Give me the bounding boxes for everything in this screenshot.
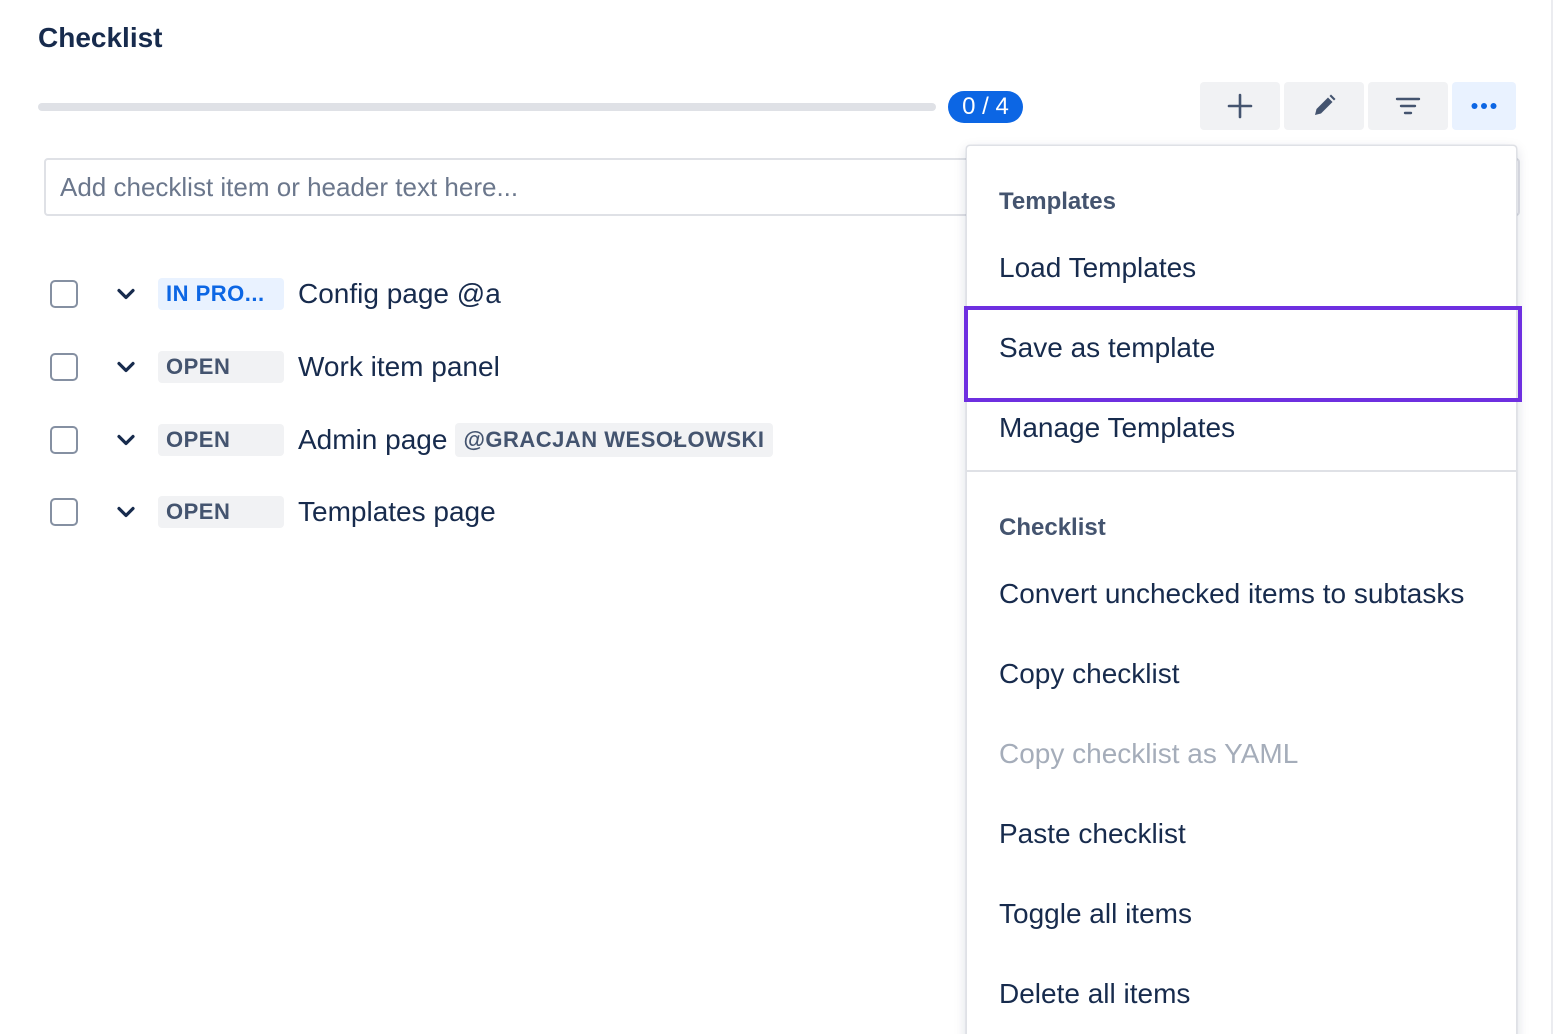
item-text[interactable]: Work item panel [298, 351, 500, 383]
add-item-button[interactable] [1200, 82, 1280, 130]
chevron-down-icon[interactable] [114, 355, 138, 379]
filter-button[interactable] [1368, 82, 1448, 130]
item-checkbox[interactable] [50, 498, 78, 526]
panel-divider [1551, 0, 1553, 1034]
checklist-panel: Checklist 0 / 4 IN PRO... Confi [0, 0, 1555, 1034]
menu-divider [967, 470, 1516, 472]
item-checkbox[interactable] [50, 280, 78, 308]
menu-item-manage-templates[interactable]: Manage Templates [999, 412, 1235, 444]
status-badge[interactable]: IN PRO... [158, 278, 284, 310]
filter-icon [1395, 97, 1421, 115]
checklist-item: OPEN Admin page @GRACJAN WESOŁOWSKI [50, 420, 773, 460]
menu-section-templates: Templates [999, 188, 1116, 215]
progress-bar [38, 103, 936, 111]
item-text[interactable]: Admin page [298, 424, 447, 456]
chevron-down-icon[interactable] [114, 500, 138, 524]
item-text[interactable]: Templates page [298, 496, 496, 528]
menu-item-paste-checklist[interactable]: Paste checklist [999, 818, 1186, 850]
item-checkbox[interactable] [50, 426, 78, 454]
status-badge[interactable]: OPEN [158, 351, 284, 383]
more-actions-menu: Templates Load Templates Save as templat… [966, 145, 1517, 1034]
menu-section-checklist: Checklist [999, 514, 1106, 541]
checklist-item: OPEN Templates page [50, 492, 496, 532]
checklist-item: OPEN Work item panel [50, 347, 500, 387]
progress-badge: 0 / 4 [948, 91, 1023, 123]
mention-tag[interactable]: @GRACJAN WESOŁOWSKI [455, 423, 773, 457]
menu-item-delete-all[interactable]: Delete all items [999, 978, 1190, 1010]
menu-item-convert-unchecked[interactable]: Convert unchecked items to subtasks [999, 578, 1464, 610]
item-checkbox[interactable] [50, 353, 78, 381]
status-badge[interactable]: OPEN [158, 496, 284, 528]
menu-item-load-templates[interactable]: Load Templates [999, 252, 1196, 284]
plus-icon [1227, 93, 1253, 119]
page-title: Checklist [38, 22, 163, 53]
chevron-down-icon[interactable] [114, 282, 138, 306]
highlight-box [964, 306, 1522, 402]
menu-item-copy-checklist-yaml: Copy checklist as YAML [999, 738, 1299, 769]
more-actions-button[interactable] [1452, 82, 1516, 130]
pencil-icon [1315, 94, 1336, 115]
menu-item-copy-checklist[interactable]: Copy checklist [999, 658, 1180, 690]
edit-button[interactable] [1284, 82, 1364, 130]
chevron-down-icon[interactable] [114, 428, 138, 452]
item-text[interactable]: Config page @a [298, 278, 501, 310]
menu-item-toggle-all[interactable]: Toggle all items [999, 898, 1192, 930]
status-badge[interactable]: OPEN [158, 424, 284, 456]
more-horizontal-icon [1471, 103, 1497, 109]
checklist-item: IN PRO... Config page @a [50, 274, 501, 314]
